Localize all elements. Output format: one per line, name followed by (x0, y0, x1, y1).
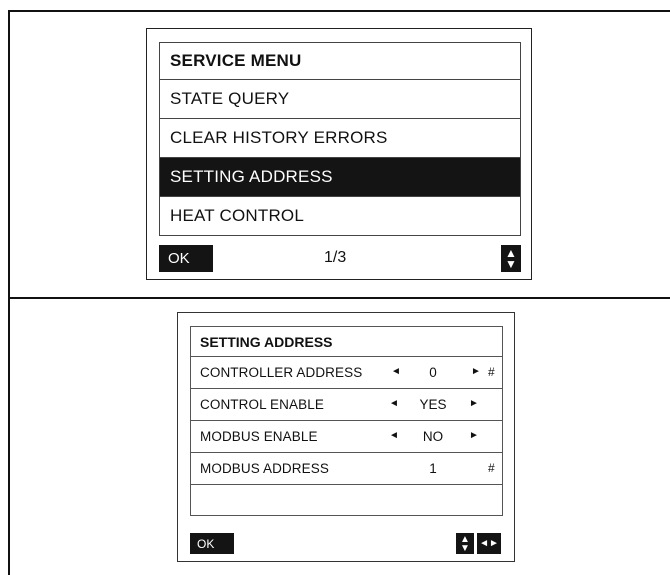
service-menu-screen: SERVICE MENU STATE QUERY CLEAR HISTORY E… (146, 28, 532, 280)
menu-item-label: CLEAR HISTORY ERRORS (170, 128, 388, 147)
service-menu-list: SERVICE MENU STATE QUERY CLEAR HISTORY E… (159, 42, 521, 236)
left-arrow-icon[interactable]: ◄ (389, 430, 399, 441)
hash-icon: # (488, 365, 495, 379)
menu-item-clear-history-errors[interactable]: CLEAR HISTORY ERRORS (160, 118, 520, 157)
row-control-enable[interactable]: CONTROL ENABLE ◄ YES ► (191, 388, 502, 420)
menu-item-label: SETTING ADDRESS (170, 167, 333, 186)
setting-address-header: SETTING ADDRESS (191, 327, 502, 356)
menu-item-state-query[interactable]: STATE QUERY (160, 79, 520, 118)
row-label: CONTROL ENABLE (200, 397, 324, 412)
ok-button[interactable]: OK (190, 533, 234, 554)
row-modbus-address[interactable]: MODBUS ADDRESS 1 # (191, 452, 502, 484)
row-label: MODBUS ADDRESS (200, 461, 329, 476)
up-down-arrows-icon[interactable]: ▲ ▼ (501, 245, 521, 272)
right-arrow-icon[interactable]: ► (471, 366, 481, 377)
hash-icon: # (488, 461, 495, 475)
setting-address-list: SETTING ADDRESS CONTROLLER ADDRESS ◄ 0 ►… (190, 326, 503, 516)
right-arrow-icon[interactable]: ► (469, 430, 479, 441)
ok-button[interactable]: OK (159, 245, 213, 272)
service-menu-bottom-bar: OK 1/3 ▲ ▼ (159, 245, 521, 272)
right-arrow-icon[interactable]: ► (469, 398, 479, 409)
row-modbus-enable[interactable]: MODBUS ENABLE ◄ NO ► (191, 420, 502, 452)
service-menu-title: SERVICE MENU (170, 51, 302, 70)
left-right-arrows-icon[interactable]: ◄► (477, 533, 501, 554)
controller-address-value: 0 (429, 365, 437, 380)
row-label: CONTROLLER ADDRESS (200, 365, 363, 380)
menu-item-heat-control[interactable]: HEAT CONTROL (160, 196, 520, 235)
service-menu-header: SERVICE MENU (160, 43, 520, 79)
left-arrow-icon[interactable]: ◄ (391, 366, 401, 377)
control-enable-value: YES (419, 397, 447, 412)
menu-item-setting-address[interactable]: SETTING ADDRESS (160, 157, 520, 196)
row-controller-address[interactable]: CONTROLLER ADDRESS ◄ 0 ► # (191, 356, 502, 388)
page-indicator: 1/3 (324, 249, 347, 266)
modbus-enable-value: NO (422, 429, 444, 444)
empty-row (191, 484, 502, 515)
row-label: MODBUS ENABLE (200, 429, 318, 444)
menu-item-label: STATE QUERY (170, 89, 290, 108)
setting-address-bottom-bar: OK ▲ ▼ ◄► (190, 533, 503, 554)
modbus-address-value: 1 (429, 461, 437, 476)
left-arrow-icon[interactable]: ◄ (389, 398, 399, 409)
menu-item-label: HEAT CONTROL (170, 206, 305, 225)
up-down-arrows-icon[interactable]: ▲ ▼ (456, 533, 474, 554)
setting-address-screen: SETTING ADDRESS CONTROLLER ADDRESS ◄ 0 ►… (177, 312, 515, 562)
section-divider (8, 297, 670, 299)
setting-address-title: SETTING ADDRESS (200, 334, 333, 350)
